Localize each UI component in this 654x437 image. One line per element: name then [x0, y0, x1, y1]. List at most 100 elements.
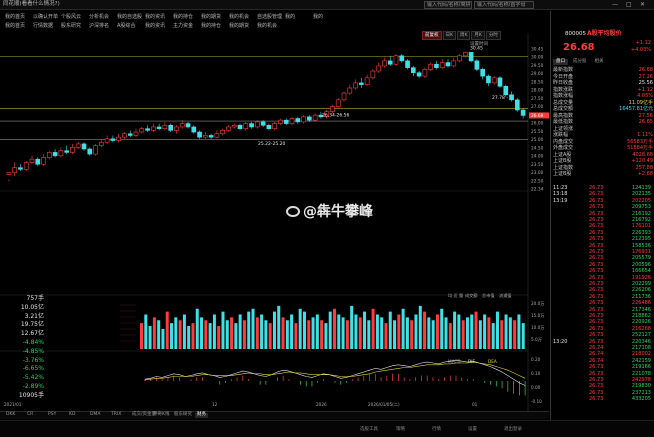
menu-item[interactable]: 行情数据 [33, 24, 53, 29]
minimize-icon[interactable]: — [612, 2, 618, 8]
tick-price: 26.73 [589, 313, 604, 319]
candle-body [145, 128, 150, 131]
taskbar-item[interactable]: 退出登录 [504, 427, 522, 433]
candle-body [87, 148, 93, 155]
menu-item[interactable]: 我的期货 [201, 15, 221, 20]
menu-item[interactable]: 沪深排名 [89, 24, 109, 29]
menu-item[interactable]: 自选股管理 [257, 15, 282, 20]
price-annotation: 27.78 - [492, 95, 508, 101]
volume-bar [457, 314, 461, 349]
indicator-tab[interactable]: PSY [48, 412, 56, 418]
indicator-tab[interactable]: 神奇K线 [153, 412, 169, 418]
search-code-input[interactable]: 输入代码/名称/首字母 [474, 1, 534, 9]
tick-price: 26.74 [589, 351, 604, 358]
stat-value: -3.76% [22, 356, 44, 364]
menu-item[interactable]: 我的首页 [5, 24, 25, 29]
price-axis-label: 25.00 [531, 137, 544, 143]
stat-value: -4.85% [22, 347, 44, 355]
menu-item[interactable]: 我的自选股 [117, 15, 142, 20]
quote-field-label: 涨跌幅 [553, 132, 569, 138]
last-price: 26.68 [563, 42, 595, 53]
indicator-tab[interactable]: 股东研究 [174, 412, 192, 418]
quote-field-label: 昨日收盘 [553, 80, 574, 86]
menu-item[interactable]: 股东研究 [61, 24, 81, 29]
tick-volume: 202299 [631, 281, 651, 287]
candle-body [226, 126, 231, 131]
menu-item[interactable]: 我的资讯 [145, 24, 165, 29]
indicator-tab[interactable]: KD [69, 412, 75, 418]
candle-body [255, 121, 260, 128]
chart-settings-label[interactable]: 设置时间 [470, 40, 488, 47]
tick-volume: 176931 [631, 249, 651, 255]
menu-item[interactable]: A股综合 [117, 24, 135, 29]
volume-bar [333, 308, 337, 349]
quote-tab[interactable]: 相关 [592, 59, 607, 65]
volume-header-label: 均 近 量 [448, 292, 463, 299]
quote-field-label: 上证B股 [553, 158, 572, 164]
date-axis-label: 2026/01/05(二) [368, 402, 400, 407]
menu-item[interactable]: 我的机会 [257, 24, 277, 29]
price-axis-label: 30.45 [531, 47, 544, 53]
price-annotation: 25.22-25.20 [258, 141, 286, 147]
quote-field-label: 上证领涨 [553, 125, 574, 132]
current-price-tag: 26.68 [531, 113, 544, 119]
kline-chart[interactable]: 30.45 27.78 - 26.34-26.56 25.22-25.20 设置时间 30… [0, 33, 549, 411]
menu-item[interactable]: 我的 [285, 15, 295, 20]
menu-item[interactable]: 我的持仓 [173, 15, 193, 20]
candle-body [266, 124, 272, 129]
indicator-tab[interactable]: DMA [90, 412, 100, 418]
volume-bar [380, 317, 384, 349]
indicator-tab[interactable]: 财务 [195, 412, 208, 418]
stat-value: 10.05亿 [20, 303, 44, 311]
menu-item[interactable]: 分析机会 [89, 15, 109, 20]
menu-item[interactable]: 我的首页 [5, 15, 25, 20]
date-axis-label: 2026 [316, 402, 327, 407]
taskbar-item[interactable]: 选股工具 [360, 427, 378, 433]
search-input[interactable]: 输入代码/名称/简拼 [424, 1, 472, 9]
stat-value: 3.21亿 [24, 312, 44, 320]
menu-item[interactable]: 主力资金 [173, 24, 193, 29]
tick-price: 26.73 [589, 223, 604, 230]
quote-field-label: 外盘成交 [553, 145, 574, 151]
tick-time: 13:20 [553, 338, 568, 345]
maximize-icon[interactable]: □ [626, 2, 632, 8]
volume-bar [157, 320, 161, 349]
volume-bar [298, 308, 302, 349]
menu-item[interactable]: 以确认开单 [33, 15, 58, 20]
volume-bar [367, 320, 371, 349]
candle-body [509, 94, 514, 101]
volume-bar [140, 323, 144, 349]
menu-item[interactable]: 我的 [313, 15, 323, 20]
tick-volume: 226206 [631, 287, 651, 294]
tick-volume: 217108 [631, 345, 651, 351]
menu-item[interactable]: 我的机会 [229, 15, 249, 20]
tick-price: 26.73 [589, 396, 604, 403]
indicator-tab[interactable]: TRIX [111, 412, 121, 418]
taskbar-item[interactable]: 策略 [396, 427, 405, 433]
quote-tab[interactable]: 盘口 [553, 59, 568, 65]
volume-bar [431, 320, 435, 349]
tick-price: 26.73 [589, 306, 604, 313]
volume-bar [427, 317, 431, 349]
taskbar-item[interactable]: 设置 [468, 427, 477, 433]
quote-tab[interactable]: 成分股 [570, 59, 590, 65]
candle-body [468, 52, 474, 62]
close-icon[interactable]: ✕ [640, 2, 645, 8]
tick-row: 26.73 433205 [553, 397, 653, 404]
taskbar-item[interactable]: 行情 [432, 427, 441, 433]
candle-body [307, 116, 312, 121]
indicator-tab[interactable]: CR [27, 412, 33, 418]
volume-bar [212, 314, 216, 349]
tick-volume: 217346 [631, 306, 651, 313]
menu-item[interactable]: 我的资讯 [145, 15, 165, 20]
date-axis-label: 12 [212, 402, 218, 407]
chart-area[interactable]: 30.45 27.78 - 26.34-26.56 25.22-25.20 设置时间 30… [0, 33, 549, 411]
candle-body [197, 131, 202, 138]
menu-item[interactable]: 我的期货 [229, 24, 249, 29]
candle-body [75, 143, 81, 148]
menu-item[interactable]: 个股风云 [61, 15, 81, 20]
volume-bar [307, 320, 311, 349]
stat-value: -5.42% [22, 374, 44, 382]
indicator-tab[interactable]: DKK [6, 412, 15, 418]
menu-item[interactable]: 我的持仓 [201, 24, 221, 29]
